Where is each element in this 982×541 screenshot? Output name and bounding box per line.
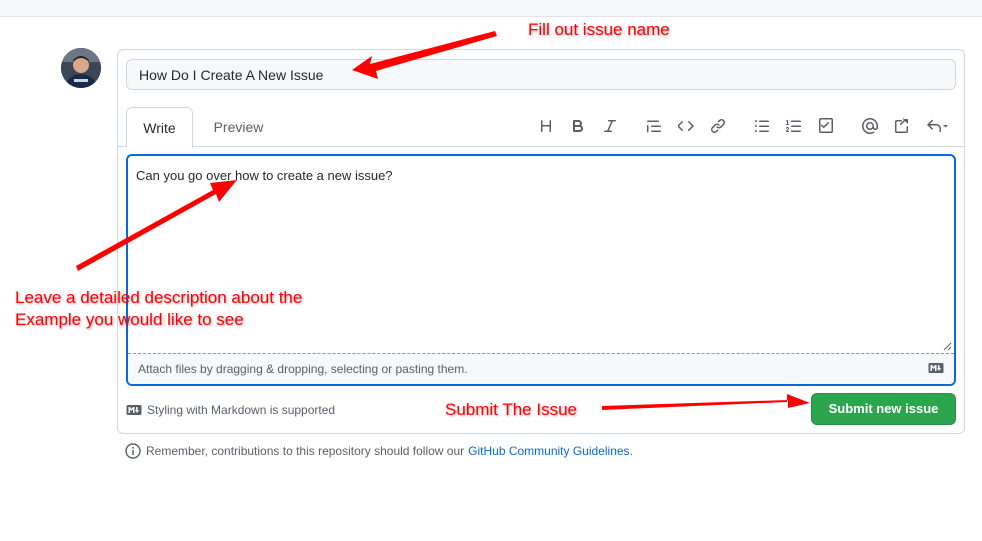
- unordered-list-icon[interactable]: [750, 114, 774, 138]
- annotation-fill-name: Fill out issue name: [528, 20, 670, 39]
- new-issue-form: Write Preview: [117, 49, 965, 434]
- markdown-support-note[interactable]: Styling with Markdown is supported: [126, 403, 335, 417]
- mention-icon[interactable]: [858, 114, 882, 138]
- issue-body-editor[interactable]: Can you go over how to create a new issu…: [126, 154, 956, 386]
- markdown-icon: [928, 363, 944, 373]
- annotation-description-line1: Leave a detailed description about the: [15, 288, 303, 307]
- reply-icon[interactable]: [922, 114, 952, 138]
- italic-icon[interactable]: [598, 114, 622, 138]
- code-icon[interactable]: [674, 114, 698, 138]
- ordered-list-icon[interactable]: [782, 114, 806, 138]
- attach-files-text: Attach files by dragging & dropping, sel…: [138, 362, 468, 376]
- editor-tabs: Write Preview: [118, 107, 964, 148]
- guidelines-prefix: Remember, contributions to this reposito…: [146, 444, 465, 458]
- avatar[interactable]: [61, 48, 101, 88]
- community-guidelines-link[interactable]: GitHub Community Guidelines: [468, 444, 629, 458]
- attach-files-area[interactable]: Attach files by dragging & dropping, sel…: [128, 353, 954, 384]
- contribution-guidelines-note: Remember, contributions to this reposito…: [125, 443, 633, 459]
- task-list-icon[interactable]: [814, 114, 838, 138]
- submit-new-issue-button[interactable]: Submit new issue: [811, 393, 956, 425]
- resize-handle-icon[interactable]: [942, 341, 952, 351]
- issue-title-input[interactable]: [126, 59, 956, 90]
- bold-icon[interactable]: [566, 114, 590, 138]
- annotation-description-line2: Example you would like to see: [15, 310, 244, 329]
- markdown-note-text: Styling with Markdown is supported: [147, 403, 336, 417]
- heading-icon[interactable]: [534, 114, 558, 138]
- info-icon: [125, 443, 141, 459]
- issue-body-text[interactable]: Can you go over how to create a new issu…: [136, 168, 393, 183]
- tab-write[interactable]: Write: [126, 107, 193, 148]
- top-bar: [0, 0, 982, 17]
- markdown-toolbar: [526, 114, 952, 138]
- guidelines-suffix: .: [629, 444, 633, 458]
- annotation-submit: Submit The Issue: [445, 400, 577, 419]
- reference-icon[interactable]: [890, 114, 914, 138]
- link-icon[interactable]: [706, 114, 730, 138]
- quote-icon[interactable]: [642, 114, 666, 138]
- markdown-icon: [126, 405, 142, 415]
- tab-preview[interactable]: Preview: [205, 107, 272, 148]
- avatar-image: [61, 48, 101, 88]
